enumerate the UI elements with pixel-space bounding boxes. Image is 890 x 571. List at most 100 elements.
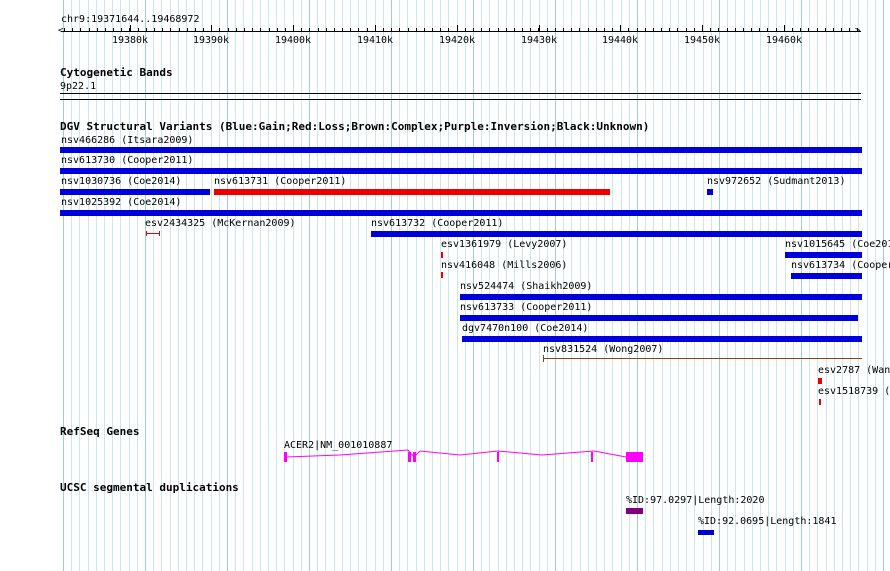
- grid-line: [801, 0, 802, 571]
- ruler-minor-tick: [432, 28, 433, 31]
- dgv-gain-bar[interactable]: [371, 231, 862, 237]
- segdup-label[interactable]: %ID:92.0695|Length:1841: [698, 516, 836, 528]
- ruler-minor-tick: [350, 28, 351, 31]
- gene-model[interactable]: [280, 448, 650, 466]
- dgv-label[interactable]: esv1518739 (: [818, 386, 890, 398]
- dgv-label[interactable]: dgv7470n100 (Coe2014): [462, 323, 588, 335]
- ruler-minor-tick: [653, 28, 654, 31]
- ruler-minor-tick: [269, 28, 270, 31]
- grid-line: [744, 0, 745, 571]
- grid-line: [383, 0, 384, 571]
- grid-line: [645, 0, 646, 571]
- dgv-label[interactable]: nsv613731 (Cooper2011): [214, 176, 346, 188]
- ruler-minor-tick: [301, 28, 302, 31]
- ruler-minor-tick: [170, 28, 171, 31]
- grid-line: [711, 0, 712, 571]
- ruler-minor-tick: [669, 28, 670, 31]
- ruler-tick-label: 19380k: [111, 35, 149, 46]
- segdup-bar[interactable]: [626, 508, 643, 514]
- ruler-tick-label: 19430k: [520, 35, 558, 46]
- dgv-gain-bar[interactable]: [707, 189, 713, 195]
- dgv-loss-bar[interactable]: [818, 378, 822, 384]
- grid-line: [424, 0, 425, 571]
- dgv-gain-bar[interactable]: [460, 294, 862, 300]
- dgv-label[interactable]: esv2787 (Wan: [818, 365, 890, 377]
- dgv-loss-bar[interactable]: [146, 233, 160, 234]
- grid-line: [268, 0, 269, 571]
- ruler-minor-tick: [808, 28, 809, 31]
- dgv-gain-bar[interactable]: [791, 273, 862, 279]
- grid-line: [457, 0, 458, 571]
- dgv-label[interactable]: nsv524474 (Shaikh2009): [460, 281, 592, 293]
- dgv-label[interactable]: nsv416048 (Mills2006): [441, 260, 567, 272]
- ruler-minor-tick: [596, 28, 597, 31]
- dgv-gain-bar[interactable]: [785, 252, 862, 258]
- ruler-minor-tick: [751, 28, 752, 31]
- ruler-minor-tick: [612, 28, 613, 31]
- ruler-minor-tick: [64, 28, 65, 31]
- ruler-minor-tick: [833, 28, 834, 31]
- dgv-label[interactable]: esv1361979 (Levy2007): [441, 239, 567, 251]
- grid-line: [768, 0, 769, 571]
- dgv-label[interactable]: nsv613732 (Cooper2011): [371, 218, 503, 230]
- ruler-minor-tick: [113, 28, 114, 31]
- grid-line: [670, 0, 671, 571]
- dgv-label[interactable]: nsv613733 (Cooper2011): [460, 302, 592, 314]
- ruler-right-arrow: >: [855, 26, 861, 36]
- ruler-minor-tick: [236, 28, 237, 31]
- grid-line: [350, 0, 351, 571]
- grid-line: [440, 0, 441, 571]
- dgv-loss-bar[interactable]: [441, 272, 443, 278]
- dgv-label[interactable]: esv2434325 (McKernan2009): [145, 218, 296, 230]
- ruler-minor-tick: [489, 28, 490, 31]
- refseq-track-title: RefSeq Genes: [60, 425, 140, 438]
- dgv-gain-bar[interactable]: [60, 168, 862, 174]
- ruler-left-arrow: <: [58, 26, 64, 36]
- dgv-gain-bar[interactable]: [462, 336, 862, 342]
- ruler-minor-tick: [129, 28, 130, 31]
- ruler-minor-tick: [481, 28, 482, 31]
- grid-line: [694, 0, 695, 571]
- grid-line: [719, 0, 720, 571]
- grid-line: [391, 0, 392, 571]
- dgv-loss-bar[interactable]: [441, 252, 443, 258]
- ruler-minor-tick: [211, 28, 212, 31]
- dgv-label[interactable]: nsv1030736 (Coe2014): [61, 176, 181, 188]
- dgv-label[interactable]: nsv1025392 (Coe2014): [61, 197, 181, 209]
- dgv-label[interactable]: nsv1015645 (Coe201: [785, 239, 890, 251]
- ruler-minor-tick: [645, 28, 646, 31]
- ruler-minor-tick: [318, 28, 319, 31]
- dgv-gain-bar[interactable]: [460, 315, 858, 321]
- dgv-gain-bar[interactable]: [60, 147, 862, 153]
- dgv-complex-bar[interactable]: [543, 358, 862, 359]
- ruler-tick-label: 19420k: [438, 35, 476, 46]
- dgv-gain-bar[interactable]: [60, 210, 862, 216]
- ruler-major-tick: [539, 25, 540, 32]
- ruler-minor-tick: [97, 28, 98, 31]
- dgv-gain-bar[interactable]: [60, 189, 210, 195]
- dgv-label[interactable]: nsv466286 (Itsara2009): [61, 135, 193, 147]
- segdup-label[interactable]: %ID:97.0297|Length:2020: [626, 495, 764, 507]
- ruler-minor-tick: [637, 28, 638, 31]
- ruler-minor-tick: [767, 28, 768, 31]
- ruler-minor-tick: [465, 28, 466, 31]
- ruler-minor-tick: [121, 28, 122, 31]
- dgv-label[interactable]: nsv972652 (Sudmant2013): [707, 176, 845, 188]
- grid-line: [850, 0, 851, 571]
- ruler-tick-label: 19410k: [356, 35, 394, 46]
- grid-line: [604, 0, 605, 571]
- dgv-label[interactable]: nsv613734 (Cooper: [791, 260, 890, 272]
- dgv-label[interactable]: nsv831524 (Wong2007): [543, 344, 663, 356]
- dgv-label[interactable]: nsv613730 (Cooper2011): [61, 155, 193, 167]
- ruler-minor-tick: [538, 28, 539, 31]
- ruler-minor-tick: [383, 28, 384, 31]
- dgv-loss-bar[interactable]: [819, 399, 821, 405]
- ruler-minor-tick: [367, 28, 368, 31]
- ruler-line: [61, 31, 861, 32]
- grid-line: [284, 0, 285, 571]
- dgv-loss-bar[interactable]: [214, 189, 610, 195]
- ruler-minor-tick: [358, 28, 359, 31]
- segdup-bar[interactable]: [698, 530, 714, 535]
- ruler-minor-tick: [759, 28, 760, 31]
- dgv-complex-bar-cap: [543, 355, 544, 362]
